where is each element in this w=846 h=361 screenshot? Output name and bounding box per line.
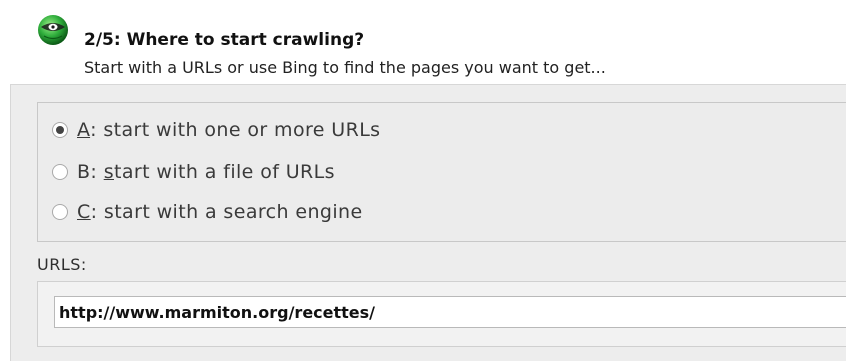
option-start-with-file[interactable]: B: start with a file of URLs (52, 159, 335, 185)
option-c-mnemonic: C (77, 201, 91, 223)
globe-icon (38, 15, 68, 45)
wizard-header: 2/5: Where to start crawling? Start with… (0, 0, 846, 84)
wizard-body: A: start with one or more URLs B: start … (10, 84, 846, 361)
radio-start-with-urls[interactable] (52, 122, 68, 138)
urls-field-container (37, 281, 846, 347)
radio-start-with-search-engine[interactable] (52, 204, 68, 220)
option-start-with-urls-label: A: start with one or more URLs (77, 119, 380, 141)
option-b-text: tart with a file of URLs (114, 161, 335, 183)
option-a-mnemonic: A (77, 119, 91, 141)
option-start-with-search-engine-label: C: start with a search engine (77, 201, 363, 223)
radio-start-with-file[interactable] (52, 164, 68, 180)
option-start-with-urls[interactable]: A: start with one or more URLs (52, 117, 380, 143)
option-a-text: : start with one or more URLs (90, 119, 381, 141)
step-subtitle: Start with a URLs or use Bing to find th… (84, 58, 606, 77)
urls-label: URLS: (37, 255, 87, 274)
urls-input[interactable] (54, 296, 846, 328)
crawl-wizard-page: 2/5: Where to start crawling? Start with… (0, 0, 846, 361)
option-start-with-file-label: B: start with a file of URLs (77, 161, 335, 183)
step-title: 2/5: Where to start crawling? (84, 30, 365, 50)
option-b-prefix: B: (77, 161, 104, 183)
start-options-group: A: start with one or more URLs B: start … (37, 102, 846, 242)
option-start-with-search-engine[interactable]: C: start with a search engine (52, 199, 363, 225)
option-c-text: : start with a search engine (90, 201, 363, 223)
option-b-mnemonic: s (103, 161, 114, 183)
